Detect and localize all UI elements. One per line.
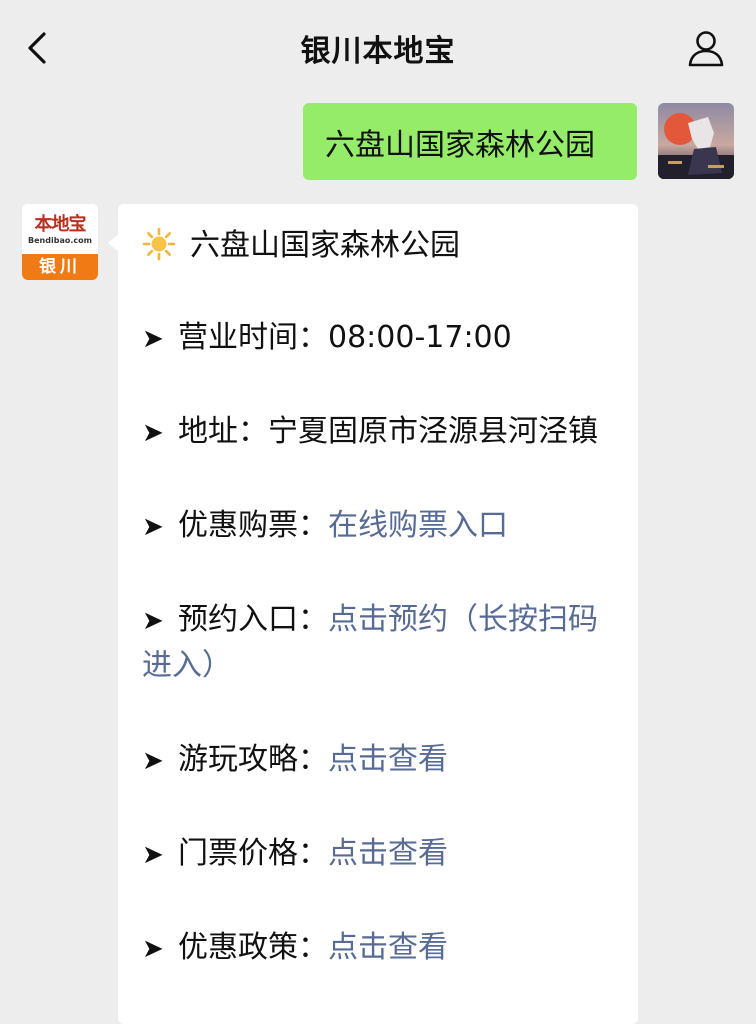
info-row-reservation: ➤ 预约入口：点击预约（长按扫码 <box>142 598 622 643</box>
info-label: 预约入口： <box>178 602 328 637</box>
profile-button[interactable] <box>686 28 726 68</box>
price-link[interactable]: 点击查看 <box>328 836 448 871</box>
chat-header: 银川本地宝 <box>0 0 756 96</box>
page-title: 银川本地宝 <box>300 34 456 69</box>
info-label: 优惠购票： <box>178 508 328 543</box>
card-title: 六盘山国家森林公园 <box>190 228 460 263</box>
info-label: 门票价格： <box>178 836 328 871</box>
card-title-line: 六盘山国家森林公园 <box>142 224 622 268</box>
info-label: 优惠政策： <box>178 930 328 965</box>
guide-link[interactable]: 点击查看 <box>328 742 448 777</box>
brand-logo-top: 本地宝 Bendibao.com <box>22 204 98 254</box>
info-label: 地址： <box>178 414 268 449</box>
online-ticket-link[interactable]: 在线购票入口 <box>328 508 508 543</box>
reservation-link[interactable]: 点击预约（长按扫码 <box>328 602 598 637</box>
info-value: 宁夏固原市泾源县河泾镇 <box>268 414 598 449</box>
arrow-icon: ➤ <box>142 512 164 542</box>
user-avatar[interactable] <box>658 103 734 179</box>
arrow-icon: ➤ <box>142 418 164 448</box>
info-row-guide: ➤ 游玩攻略：点击查看 <box>142 738 622 783</box>
info-row-address: ➤ 地址：宁夏固原市泾源县河泾镇 <box>142 410 622 455</box>
arrow-icon: ➤ <box>142 746 164 776</box>
person-icon <box>688 31 724 67</box>
info-label: 营业时间： <box>178 320 328 355</box>
sun-icon <box>142 227 176 261</box>
arrow-icon: ➤ <box>142 934 164 964</box>
arrow-icon: ➤ <box>142 606 164 636</box>
info-row-policy: ➤ 优惠政策：点击查看 <box>142 926 622 971</box>
outgoing-message-bubble[interactable]: 六盘山国家森林公园 <box>303 103 637 180</box>
reservation-link-cont[interactable]: 进入） <box>142 648 232 683</box>
info-row-reservation-cont: 进入） <box>142 644 622 688</box>
info-row-ticket: ➤ 优惠购票：在线购票入口 <box>142 504 622 549</box>
info-row-hours: ➤ 营业时间：08:00-17:00 <box>142 316 622 361</box>
info-value: 08:00-17:00 <box>328 320 512 355</box>
arrow-icon: ➤ <box>142 324 164 354</box>
brand-city: 银川 <box>22 254 98 280</box>
user-avatar-image <box>658 103 734 179</box>
info-row-price: ➤ 门票价格：点击查看 <box>142 832 622 877</box>
outgoing-message-text: 六盘山国家森林公园 <box>325 127 595 163</box>
policy-link[interactable]: 点击查看 <box>328 930 448 965</box>
incoming-message-card: 六盘山国家森林公园 ➤ 营业时间：08:00-17:00 ➤ 地址：宁夏固原市泾源县… <box>108 204 638 1024</box>
bendibao-avatar[interactable]: 本地宝 Bendibao.com 银川 <box>22 204 98 280</box>
brand-site: Bendibao.com <box>28 236 92 245</box>
arrow-icon: ➤ <box>142 840 164 870</box>
brand-name: 本地宝 <box>34 214 87 235</box>
info-label: 游玩攻略： <box>178 742 328 777</box>
